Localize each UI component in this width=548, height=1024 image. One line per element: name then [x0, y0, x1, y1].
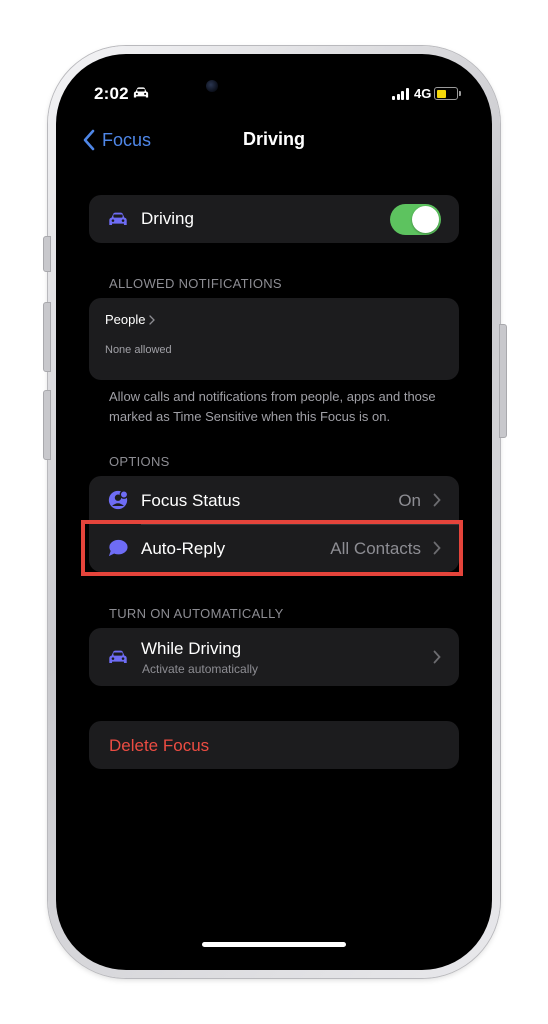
cellular-signal-icon: [392, 88, 410, 100]
message-bubble-icon: [105, 537, 131, 559]
status-bar: 2:02 4G: [56, 82, 492, 106]
focus-toggle-card: Driving: [89, 195, 459, 243]
chevron-right-icon: [433, 541, 441, 555]
mute-switch: [43, 236, 51, 272]
while-driving-sublabel: Activate automatically: [142, 662, 259, 676]
car-icon: [105, 208, 131, 230]
chevron-left-icon: [83, 129, 95, 151]
volume-down-button: [43, 390, 51, 460]
while-driving-row[interactable]: While Driving Activate automatically: [89, 628, 459, 686]
people-value: None allowed: [105, 344, 172, 356]
focus-status-row[interactable]: Focus Status On: [89, 476, 459, 524]
battery-icon: [434, 87, 461, 100]
focus-status-value: On: [398, 491, 421, 510]
focus-status-label: Focus Status: [141, 491, 241, 510]
allowed-notifications-header: ALLOWED NOTIFICATIONS: [109, 276, 282, 291]
navigation-bar: Driving Focus: [56, 126, 492, 156]
options-card: Focus Status On Auto-Reply All Contacts: [89, 476, 459, 572]
delete-focus-card: Delete Focus: [89, 721, 459, 769]
focus-name-label: Driving: [141, 209, 194, 228]
chevron-right-icon: [433, 493, 441, 507]
chevron-right-icon: [149, 315, 155, 325]
volume-up-button: [43, 302, 51, 372]
focus-toggle-switch[interactable]: [390, 204, 441, 235]
phone-screen: 2:02 4G Driving Focus Driving ALLOWED NO…: [56, 54, 492, 970]
car-icon: [133, 87, 149, 98]
while-driving-label: While Driving: [141, 639, 242, 658]
back-button[interactable]: Focus: [82, 126, 151, 154]
auto-reply-label: Auto-Reply: [141, 539, 226, 558]
network-type: 4G: [414, 86, 432, 101]
auto-reply-value: All Contacts: [330, 539, 421, 558]
focus-toggle-row: Driving: [89, 195, 459, 243]
home-indicator[interactable]: [202, 942, 346, 947]
status-time: 2:02: [94, 84, 129, 103]
delete-focus-button[interactable]: Delete Focus: [109, 736, 209, 756]
turn-on-automatically-header: TURN ON AUTOMATICALLY: [109, 606, 284, 621]
chevron-right-icon: [433, 650, 441, 664]
focus-status-icon: [105, 489, 131, 511]
back-label: Focus: [102, 129, 152, 150]
auto-reply-row[interactable]: Auto-Reply All Contacts: [89, 524, 459, 572]
people-card[interactable]: People None allowed: [89, 298, 459, 380]
allowed-notifications-footer: Allow calls and notifications from peopl…: [109, 389, 436, 424]
while-driving-card: While Driving Activate automatically: [89, 628, 459, 686]
people-label: People: [105, 312, 146, 327]
toggle-knob: [412, 206, 439, 233]
power-button: [499, 324, 507, 438]
options-header: OPTIONS: [109, 454, 170, 469]
car-icon: [105, 646, 131, 668]
